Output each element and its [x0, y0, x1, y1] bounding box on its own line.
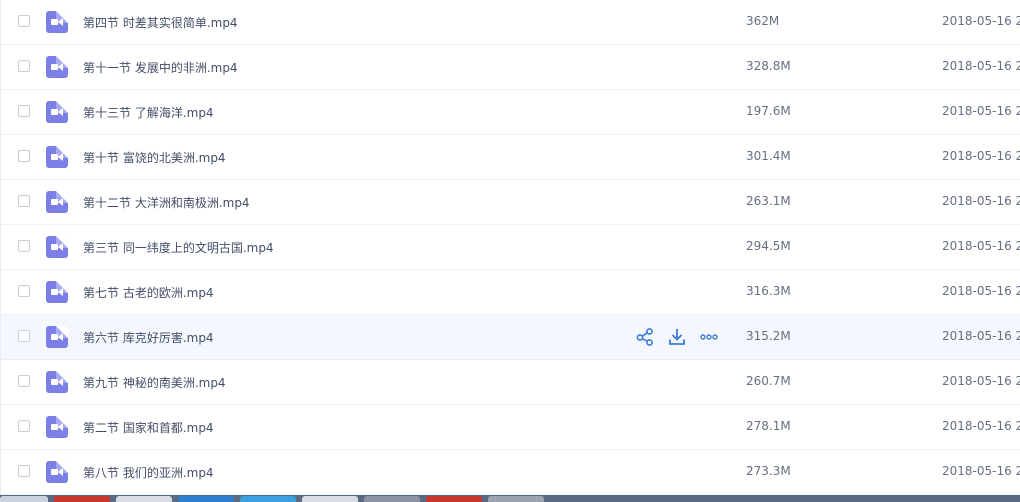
file-name[interactable]: 第七节 古老的欧洲.mp4 [83, 284, 214, 301]
file-name[interactable]: 第三节 同一纬度上的文明古国.mp4 [83, 239, 274, 256]
row-checkbox[interactable] [18, 330, 30, 342]
download-icon[interactable] [667, 327, 687, 347]
file-row[interactable]: 第四节 时差其实很简单.mp4 362M 2018-05-16 22 [1, 0, 1020, 45]
taskbar-app[interactable] [426, 496, 482, 502]
file-row[interactable]: 第九节 神秘的南美洲.mp4 260.7M 2018-05-16 22 [1, 360, 1020, 405]
file-date: 2018-05-16 22 [942, 329, 1020, 343]
file-size: 328.8M [746, 59, 791, 73]
file-date: 2018-05-16 22 [942, 419, 1020, 433]
file-date: 2018-05-16 22 [942, 464, 1020, 478]
video-file-icon [46, 101, 68, 123]
share-icon[interactable] [635, 327, 655, 347]
row-actions [635, 327, 725, 347]
row-checkbox[interactable] [18, 60, 30, 72]
file-row[interactable]: 第十三节 了解海洋.mp4 197.6M 2018-05-16 22 [1, 90, 1020, 135]
video-file-icon [46, 326, 68, 348]
file-row[interactable]: 第八节 我们的亚洲.mp4 273.3M 2018-05-16 22 [1, 450, 1020, 495]
file-date: 2018-05-16 22 [942, 194, 1020, 208]
file-list: 第四节 时差其实很简单.mp4362M2018-05-16 22第十一节 发展中… [0, 0, 1020, 495]
row-checkbox[interactable] [18, 105, 30, 117]
file-name[interactable]: 第十三节 了解海洋.mp4 [83, 104, 214, 121]
video-file-icon [46, 191, 68, 213]
row-checkbox[interactable] [18, 465, 30, 477]
windows-taskbar [0, 495, 1020, 502]
file-size: 294.5M [746, 239, 791, 253]
taskbar-app[interactable] [178, 496, 234, 502]
file-name[interactable]: 第四节 时差其实很简单.mp4 [83, 14, 238, 31]
file-name[interactable]: 第十一节 发展中的非洲.mp4 [83, 59, 238, 76]
file-row[interactable]: 第十二节 大洋洲和南极洲.mp4 263.1M 2018-05-16 22 [1, 180, 1020, 225]
file-name[interactable]: 第六节 库克好厉害.mp4 [83, 329, 214, 346]
file-size: 315.2M [746, 329, 791, 343]
file-size: 263.1M [746, 194, 791, 208]
video-file-icon [46, 461, 68, 483]
file-row[interactable]: 第三节 同一纬度上的文明古国.mp4 294.5M 2018-05-16 22 [1, 225, 1020, 270]
file-size: 316.3M [746, 284, 791, 298]
file-date: 2018-05-16 22 [942, 14, 1020, 28]
video-file-icon [46, 371, 68, 393]
taskbar-app[interactable] [488, 496, 544, 502]
file-size: 278.1M [746, 419, 791, 433]
file-date: 2018-05-16 22 [942, 374, 1020, 388]
file-date: 2018-05-16 22 [942, 104, 1020, 118]
row-checkbox[interactable] [18, 195, 30, 207]
file-size: 197.6M [746, 104, 791, 118]
file-name[interactable]: 第十节 富饶的北美洲.mp4 [83, 149, 226, 166]
row-checkbox[interactable] [18, 15, 30, 27]
taskbar-app[interactable] [116, 496, 172, 502]
video-file-icon [46, 11, 68, 33]
taskbar-start[interactable] [0, 496, 48, 502]
row-checkbox[interactable] [18, 420, 30, 432]
file-name[interactable]: 第二节 国家和首都.mp4 [83, 419, 214, 436]
file-name[interactable]: 第九节 神秘的南美洲.mp4 [83, 374, 226, 391]
file-row[interactable]: 第六节 库克好厉害.mp4 315.2M 2018-05-16 22 [1, 315, 1020, 360]
more-icon[interactable] [699, 327, 719, 347]
video-file-icon [46, 281, 68, 303]
file-date: 2018-05-16 22 [942, 284, 1020, 298]
file-row[interactable]: 第七节 古老的欧洲.mp4 316.3M 2018-05-16 22 [1, 270, 1020, 315]
file-date: 2018-05-16 22 [942, 239, 1020, 253]
file-date: 2018-05-16 22 [942, 149, 1020, 163]
taskbar-app[interactable] [54, 496, 110, 502]
taskbar-app[interactable] [302, 496, 358, 502]
row-checkbox[interactable] [18, 375, 30, 387]
video-file-icon [46, 236, 68, 258]
row-checkbox[interactable] [18, 150, 30, 162]
video-file-icon [46, 146, 68, 168]
row-checkbox[interactable] [18, 240, 30, 252]
file-size: 362M [746, 14, 780, 28]
file-size: 301.4M [746, 149, 791, 163]
file-name[interactable]: 第十二节 大洋洲和南极洲.mp4 [83, 194, 250, 211]
row-checkbox[interactable] [18, 285, 30, 297]
file-size: 273.3M [746, 464, 791, 478]
taskbar-app[interactable] [364, 496, 420, 502]
video-file-icon [46, 416, 68, 438]
file-row[interactable]: 第二节 国家和首都.mp4 278.1M 2018-05-16 22 [1, 405, 1020, 450]
file-name[interactable]: 第八节 我们的亚洲.mp4 [83, 464, 214, 481]
file-date: 2018-05-16 22 [942, 59, 1020, 73]
taskbar-app[interactable] [240, 496, 296, 502]
file-size: 260.7M [746, 374, 791, 388]
file-row[interactable]: 第十一节 发展中的非洲.mp4 328.8M 2018-05-16 22 [1, 45, 1020, 90]
file-row[interactable]: 第十节 富饶的北美洲.mp4 301.4M 2018-05-16 22 [1, 135, 1020, 180]
video-file-icon [46, 56, 68, 78]
